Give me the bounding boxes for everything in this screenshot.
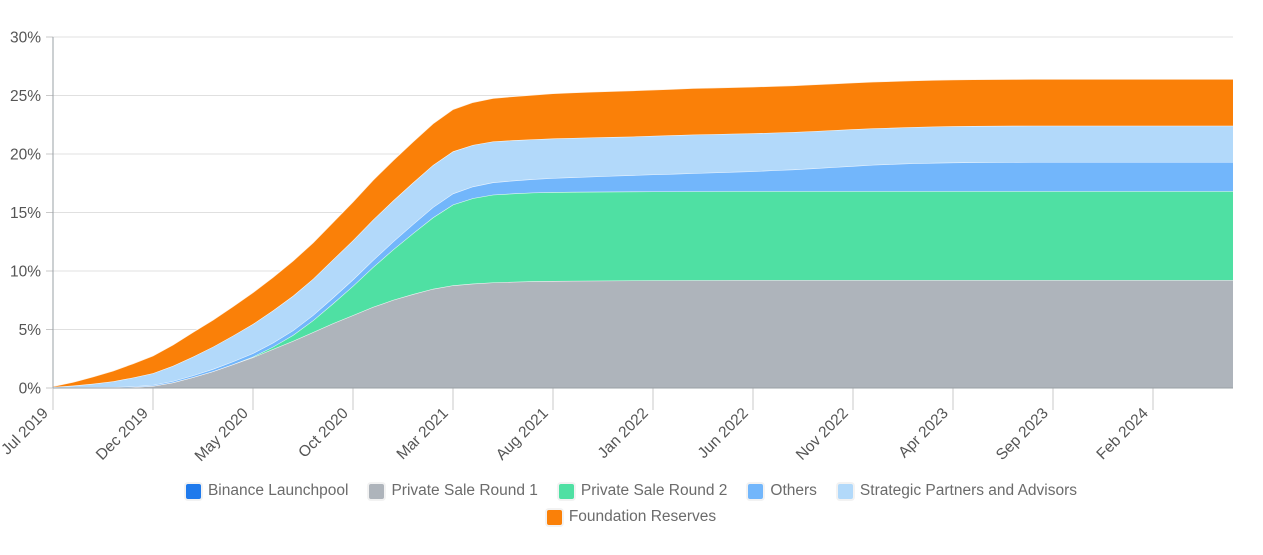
legend-item[interactable]: Binance Launchpool bbox=[180, 482, 354, 500]
x-tick-label: Aug 2021 bbox=[493, 405, 552, 464]
y-tick-label: 15% bbox=[10, 205, 41, 222]
legend-label: Binance Launchpool bbox=[207, 482, 349, 499]
x-tick-label: Nov 2022 bbox=[793, 405, 852, 464]
legend-item[interactable]: Foundation Reserves bbox=[541, 508, 722, 526]
legend-swatch-icon bbox=[748, 483, 764, 499]
legend-label: Private Sale Round 1 bbox=[391, 482, 538, 499]
legend-swatch-icon bbox=[185, 483, 201, 499]
x-tick-label: Feb 2024 bbox=[1093, 405, 1152, 464]
x-tick-label: Jul 2019 bbox=[0, 405, 52, 458]
x-tick-label: Oct 2020 bbox=[295, 405, 352, 462]
legend-swatch-icon bbox=[558, 483, 574, 499]
legend-label: Strategic Partners and Advisors bbox=[859, 482, 1078, 499]
stacked-area-chart: 0% 5% 10% 15% 20% 25% 30% Jul 2019 Dec 2019 May 2… bbox=[0, 0, 1263, 555]
chart-legend: Binance Launchpool Private Sale Round 1 Pr… bbox=[0, 478, 1263, 530]
legend-item[interactable]: Private Sale Round 2 bbox=[553, 482, 733, 500]
x-tick-label: Jun 2022 bbox=[695, 405, 752, 462]
legend-swatch-icon bbox=[369, 483, 385, 499]
x-tick-label: Mar 2021 bbox=[394, 405, 452, 463]
x-tick-label: Apr 2023 bbox=[895, 405, 952, 462]
y-tick-label: 10% bbox=[10, 264, 41, 281]
legend-label: Foundation Reserves bbox=[568, 508, 717, 525]
y-tick-label: 30% bbox=[10, 30, 41, 47]
x-tick-label: Jan 2022 bbox=[595, 405, 652, 462]
legend-item[interactable]: Strategic Partners and Advisors bbox=[832, 482, 1083, 500]
legend-label: Private Sale Round 2 bbox=[580, 482, 728, 499]
legend-swatch-icon bbox=[837, 483, 853, 499]
x-tick-label: Dec 2019 bbox=[93, 405, 152, 464]
legend-item[interactable]: Others bbox=[742, 482, 823, 500]
legend-label: Others bbox=[770, 482, 817, 499]
y-tick-label: 20% bbox=[10, 147, 41, 164]
legend-row: Foundation Reserves bbox=[0, 504, 1263, 530]
legend-row: Binance Launchpool Private Sale Round 1 Pr… bbox=[0, 478, 1263, 504]
y-tick-label: 5% bbox=[19, 322, 42, 339]
legend-swatch-icon bbox=[546, 509, 562, 525]
x-tick-label: May 2020 bbox=[192, 405, 252, 465]
legend-item[interactable]: Private Sale Round 1 bbox=[363, 482, 543, 500]
y-tick-label: 25% bbox=[10, 88, 41, 105]
x-tick-label: Sep 2023 bbox=[993, 405, 1052, 464]
y-tick-label: 0% bbox=[19, 381, 42, 398]
chart-plot-area: 0% 5% 10% 15% 20% 25% 30% Jul 2019 Dec 2019 May 2… bbox=[0, 30, 1233, 465]
